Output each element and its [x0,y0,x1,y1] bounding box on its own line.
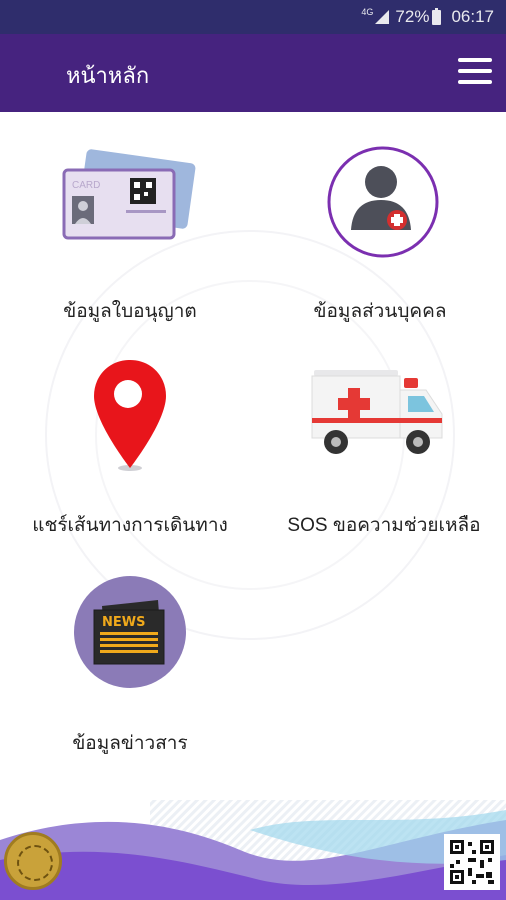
menu-item-news[interactable]: NEWS ข้อมูลข่าวสาร [20,570,240,760]
menu-item-sos[interactable]: SOS ขอความช่วยเหลือ [268,350,500,540]
network-type: 4G [361,7,374,17]
status-bar: 4G 72% 06:17 [0,0,506,34]
emblem-seal [4,832,62,890]
menu-item-label: แชร์เส้นทางการเดินทาง [32,515,228,536]
app-bar: หน้าหลัก [0,34,506,112]
card-text: CARD [72,180,100,191]
license-card-icon: CARD [62,149,196,240]
menu-item-personal-info[interactable]: ข้อมูลส่วนบุคคล [270,140,490,330]
page-title: หน้าหลัก [66,63,150,88]
menu-item-label: ข้อมูลส่วนบุคคล [313,301,447,322]
menu-item-label: ข้อมูลใบอนุญาต [63,301,197,322]
bottom-wave-decoration [0,800,506,900]
menu-item-license[interactable]: CARD ข้อมูลใบอนุญาต [20,140,240,330]
signal-icon [375,10,390,24]
battery-icon [432,7,442,25]
news-icon: NEWS [74,576,186,688]
person-icon [327,146,439,258]
ambulance-icon [311,370,443,454]
menu-item-label: SOS ขอความช่วยเหลือ [287,515,481,536]
qr-code-icon[interactable] [444,834,500,890]
clock: 06:17 [451,7,494,26]
menu-item-share-route[interactable]: แชร์เส้นทางการเดินทาง [20,350,240,540]
battery-level: 72% [395,7,430,26]
hamburger-menu-icon[interactable] [458,58,492,86]
map-pin-icon [94,360,166,471]
menu-item-label: ข้อมูลข่าวสาร [72,733,188,754]
news-text: NEWS [102,615,145,630]
